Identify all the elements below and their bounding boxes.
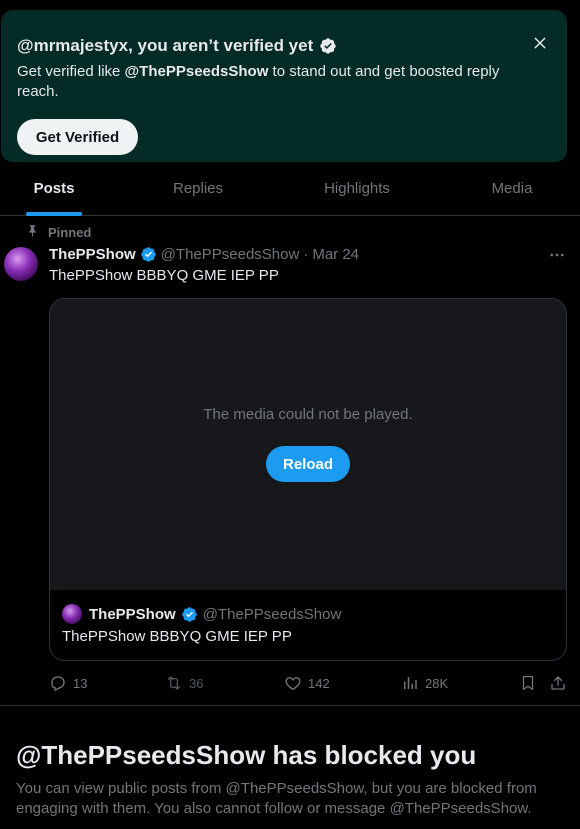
verified-badge-icon	[319, 37, 337, 55]
reply-icon	[49, 674, 67, 692]
blocked-description: You can view public posts from @ThePPsee…	[16, 780, 537, 817]
like-count: 142	[308, 675, 330, 691]
banner-desc-handle: @ThePPseedsShow	[124, 63, 269, 80]
post-text: ThePPShow BBBYQ GME IEP PP	[49, 267, 279, 284]
banner-title-text: @mrmajestyx, you aren’t verified yet	[17, 36, 314, 55]
repost-button[interactable]: 36	[165, 674, 203, 692]
pinned-label: Pinned	[48, 224, 92, 240]
views-button[interactable]: 28K	[401, 674, 448, 692]
tab-replies[interactable]: Replies	[108, 162, 288, 215]
share-button[interactable]	[549, 674, 567, 692]
reload-button[interactable]: Reload	[266, 446, 350, 482]
verify-banner: @mrmajestyx, you aren’t verified yet Get…	[1, 10, 567, 162]
active-tab-indicator	[26, 212, 82, 216]
views-count: 28K	[425, 675, 449, 691]
banner-title: @mrmajestyx, you aren’t verified yet	[17, 36, 337, 56]
pinned-indicator: Pinned	[26, 224, 91, 240]
tab-media[interactable]: Media	[448, 162, 576, 215]
quote-text: ThePPShow BBBYQ GME IEP PP	[62, 628, 292, 645]
views-chart-icon	[401, 674, 419, 692]
close-icon[interactable]	[529, 32, 551, 54]
more-options-icon[interactable]	[548, 246, 566, 264]
heart-icon	[284, 674, 302, 692]
bookmark-icon	[519, 674, 537, 692]
like-button[interactable]: 142	[284, 674, 330, 692]
quote-header: ThePPShow @ThePPseedsShow	[62, 604, 341, 624]
repost-count: 36	[189, 675, 204, 691]
repost-icon	[165, 674, 183, 692]
tab-label: Highlights	[324, 180, 390, 197]
verified-badge-icon	[140, 246, 157, 263]
post-actions: 13 36 142 28K	[49, 674, 569, 694]
tab-label: Posts	[33, 180, 75, 197]
quote-avatar	[62, 604, 82, 624]
tab-label: Media	[491, 180, 533, 197]
section-divider	[0, 705, 580, 706]
avatar[interactable]	[4, 247, 38, 281]
video-player[interactable]: The media could not be played. Reload	[50, 299, 566, 590]
quote-author-handle: @ThePPseedsShow	[202, 605, 342, 623]
tab-highlights[interactable]: Highlights	[288, 162, 426, 215]
post-separator: ·	[303, 245, 309, 263]
banner-description: Get verified like @ThePPseedsShow to sta…	[17, 62, 537, 102]
get-verified-button[interactable]: Get Verified	[17, 119, 138, 155]
post-date[interactable]: Mar 24	[312, 246, 359, 263]
reply-button[interactable]: 13	[49, 674, 87, 692]
tab-label: Replies	[172, 180, 224, 197]
blocked-title: @ThePPseedsShow has blocked you	[16, 740, 477, 770]
quote-author-name: ThePPShow	[89, 605, 176, 623]
banner-desc-prefix: Get verified like	[17, 63, 125, 80]
reply-count: 13	[73, 675, 88, 691]
bookmark-button[interactable]	[519, 674, 537, 692]
profile-tabs: Posts Replies Highlights Media	[0, 162, 580, 216]
media-card[interactable]: The media could not be played. Reload Th…	[49, 298, 567, 661]
verified-badge-icon	[181, 606, 198, 623]
tab-posts[interactable]: Posts	[0, 162, 108, 216]
post-header: ThePPShow @ThePPseedsShow · Mar 24	[49, 244, 359, 264]
post-author-handle[interactable]: @ThePPseedsShow	[161, 246, 300, 263]
pin-icon	[26, 224, 39, 240]
post-author-name[interactable]: ThePPShow	[49, 246, 136, 263]
share-icon	[549, 674, 567, 692]
media-error-message: The media could not be played.	[203, 406, 413, 423]
